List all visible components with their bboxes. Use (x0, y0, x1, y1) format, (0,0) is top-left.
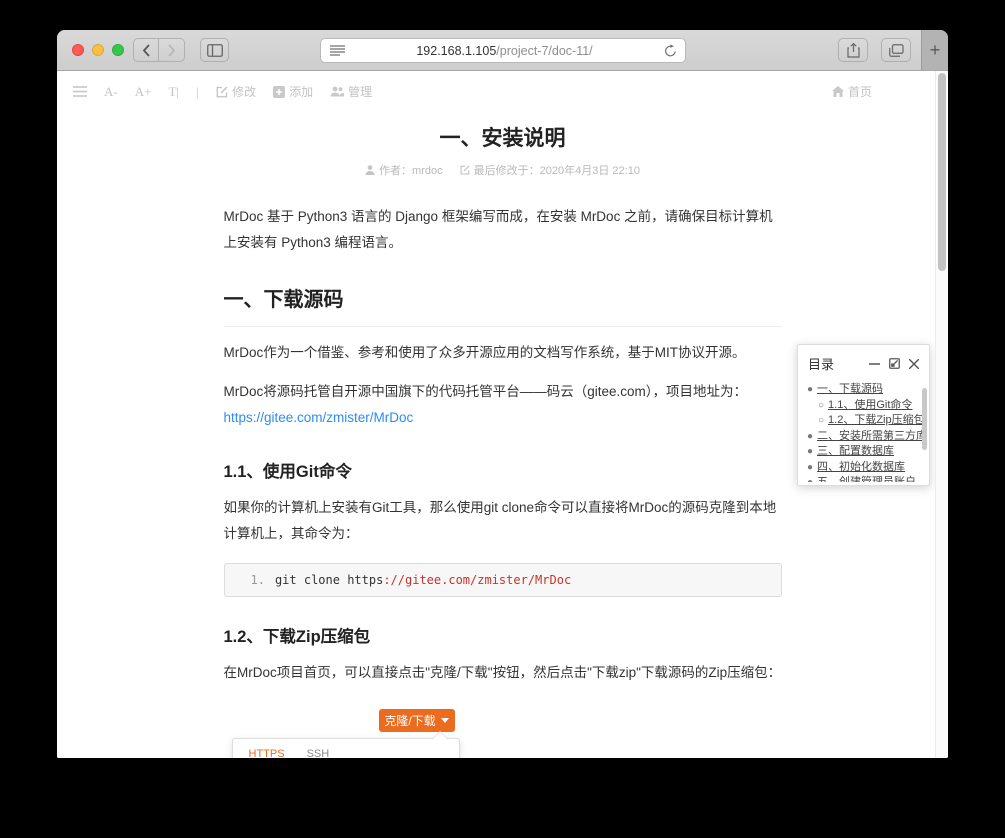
panel-caret (433, 732, 447, 739)
section-heading-download: 一、下载源码 (224, 283, 782, 327)
toc-scrollbar[interactable] (922, 388, 927, 450)
paragraph: 在MrDoc项目首页，可以直接点击"克隆/下载"按钮，然后点击"下载zip"下载… (224, 660, 782, 686)
user-icon (365, 165, 375, 175)
sidebar-icon (207, 44, 223, 57)
toc-panel: 目录 ●一、下载源码 ○1.1、使用Git命令 ○1.2、下载Zip压缩包 ●二… (797, 344, 930, 486)
modified-meta: 最后修改于：2020年4月3日 22:10 (460, 162, 640, 178)
toc-item: ●四、初始化数据库 (807, 460, 921, 476)
scrollbar-thumb[interactable] (938, 73, 946, 271)
tab-ssh: SSH (307, 748, 330, 759)
code-line-number: 1. (251, 573, 265, 587)
toc-item: ○1.1、使用Git命令 (818, 398, 921, 414)
section-heading-git: 1.1、使用Git命令 (224, 458, 782, 482)
forward-button[interactable] (159, 38, 185, 62)
toc-title: 目录 (808, 354, 860, 373)
manage-button[interactable]: 管理 (330, 83, 372, 100)
paragraph: MrDoc将源码托管自开源中国旗下的代码托管平台——码云（gitee.com），… (224, 379, 782, 432)
refresh-icon[interactable] (664, 44, 677, 58)
background-page-lines (224, 751, 232, 759)
toc-item: ●五、创建管理员账户 (807, 475, 921, 482)
users-icon (330, 86, 344, 97)
new-tab-button[interactable]: + (921, 30, 948, 70)
toolbar-separator: | (196, 85, 199, 99)
sidebar-toggle-button[interactable] (200, 38, 229, 62)
window-scrollbar[interactable] (935, 71, 948, 758)
toc-expand-button[interactable] (889, 358, 900, 369)
bullet-icon: ● (807, 429, 813, 445)
address-bar[interactable]: 192.168.1.105/project-7/doc-11/ (320, 38, 686, 63)
toc-close-button[interactable] (909, 359, 919, 369)
paragraph: MrDoc作为一个借鉴、参考和使用了众多开源应用的文档写作系统，基于MIT协议开… (224, 340, 782, 366)
bullet-icon: ● (807, 475, 813, 482)
intro-paragraph: MrDoc 基于 Python3 语言的 Django 框架编写而成，在安装 M… (224, 204, 782, 257)
doc-toolbar: A- A+ T| | 修改 添加 (57, 71, 948, 108)
tabs-overview-icon (889, 44, 904, 57)
url-text: 192.168.1.105/project-7/doc-11/ (345, 44, 664, 58)
tab-https: HTTPS (249, 748, 285, 759)
edit-doc-button[interactable]: 修改 (216, 83, 256, 100)
share-button[interactable] (838, 38, 868, 62)
home-link[interactable]: 首页 (832, 83, 872, 100)
clone-download-button-image: 克隆/下载 (379, 709, 455, 732)
show-tabs-button[interactable] (881, 38, 911, 62)
author-meta: 作者：mrdoc (365, 162, 443, 178)
doc-meta: 作者：mrdoc 最后修改于：2020年4月3日 22:10 (224, 162, 782, 178)
gitee-screenshot-image: 克隆/下载 HTTPS SSH https://gitee.com/zmiste… (224, 703, 782, 759)
toc-list: ●一、下载源码 ○1.1、使用Git命令 ○1.2、下载Zip压缩包 ●二、安装… (798, 380, 929, 482)
section-heading-zip: 1.2、下载Zip压缩包 (224, 623, 782, 647)
bullet-icon: ● (807, 460, 813, 476)
toc-item: ●三、配置数据库 (807, 444, 921, 460)
browser-window: 192.168.1.105/project-7/doc-11/ + (57, 30, 948, 758)
share-icon (847, 43, 860, 58)
font-larger-button[interactable]: A+ (135, 84, 152, 100)
font-serif-toggle-button[interactable]: T| (168, 84, 179, 100)
document-body: 一、安装说明 作者：mrdoc 最后修改于：2020年4月3日 22:10 (224, 122, 782, 758)
code-text-highlight: ://gitee.com/zmister/MrDoc (383, 573, 571, 587)
page-title: 一、安装说明 (224, 122, 782, 152)
plus-square-icon (273, 86, 285, 98)
code-block: 1. git clone https://gitee.com/zmister/Mr… (224, 563, 782, 597)
caret-down-icon (441, 718, 449, 723)
desktop: 192.168.1.105/project-7/doc-11/ + (0, 0, 1005, 838)
font-smaller-button[interactable]: A- (104, 84, 118, 100)
chevron-left-icon (142, 44, 151, 57)
back-button[interactable] (133, 38, 159, 62)
chevron-right-icon (167, 44, 176, 57)
edit-icon (216, 86, 228, 98)
toc-item: ●二、安装所需第三方库 (807, 429, 921, 445)
paragraph: 如果你的计算机上安装有Git工具，那么使用git clone命令可以直接将MrD… (224, 495, 782, 548)
minimize-window-button[interactable] (92, 44, 104, 56)
bullet-icon: ○ (818, 413, 824, 429)
outline-toggle-button[interactable] (73, 86, 87, 97)
close-window-button[interactable] (72, 44, 84, 56)
toc-item: ●一、下载源码 (807, 382, 921, 398)
clone-dropdown-panel-image: HTTPS SSH https://gitee.com/zmister/MrDo… (232, 738, 460, 759)
add-doc-button[interactable]: 添加 (273, 83, 313, 100)
bullet-icon: ● (807, 444, 813, 460)
bullet-icon: ○ (818, 398, 824, 414)
edit-icon (460, 165, 470, 175)
zoom-window-button[interactable] (112, 44, 124, 56)
bullet-icon: ● (807, 382, 813, 398)
reader-icon[interactable] (330, 45, 345, 56)
protocol-tabs: HTTPS SSH (233, 739, 459, 759)
code-text: git clone https (275, 573, 383, 587)
toc-minimize-button[interactable] (869, 358, 880, 369)
toc-header: 目录 (798, 345, 929, 380)
toc-item: ○1.2、下载Zip压缩包 (818, 413, 921, 429)
plus-icon: + (930, 40, 941, 61)
gitee-repo-link[interactable]: https://gitee.com/zmister/MrDoc (224, 410, 414, 425)
home-icon (832, 86, 844, 97)
browser-titlebar: 192.168.1.105/project-7/doc-11/ + (57, 30, 948, 71)
